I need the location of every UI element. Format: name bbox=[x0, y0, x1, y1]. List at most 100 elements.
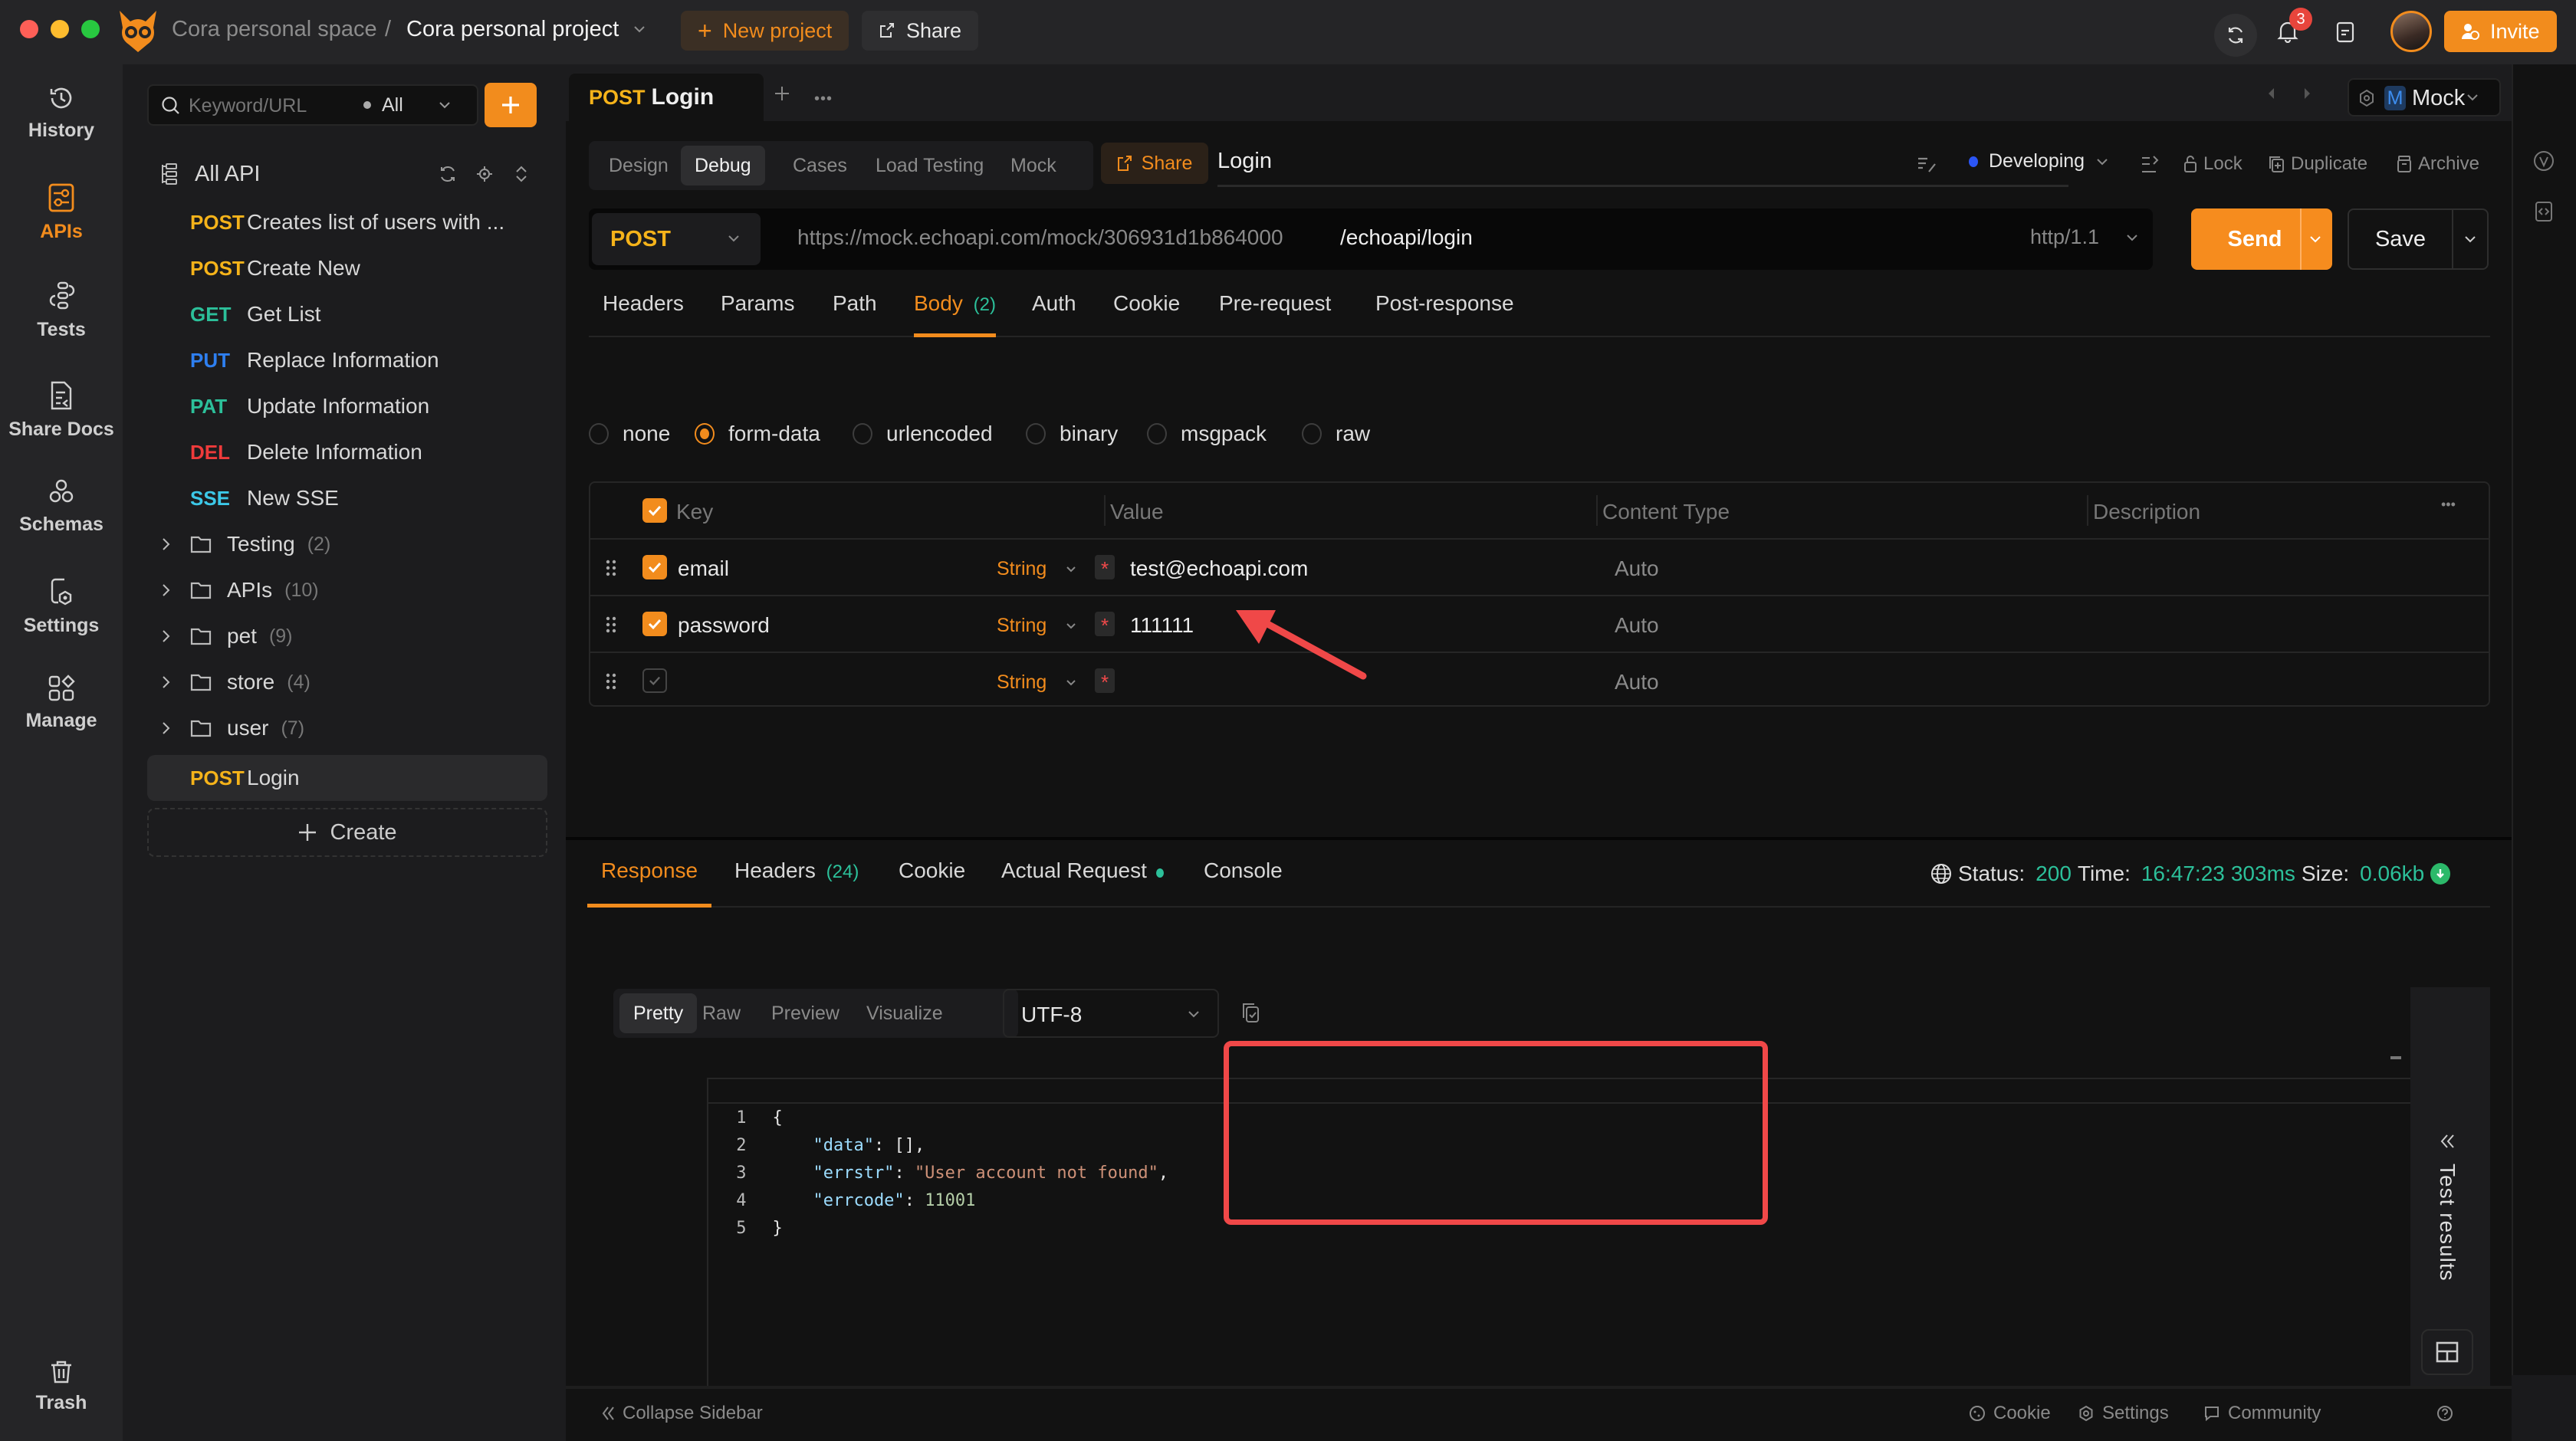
resp-tab-cookie[interactable]: Cookie bbox=[899, 858, 965, 908]
resp-tab-console[interactable]: Console bbox=[1204, 858, 1283, 908]
lock-button[interactable]: Lock bbox=[2183, 153, 2242, 175]
api-item[interactable]: POST Creates list of users with ... bbox=[123, 201, 566, 244]
docs-button[interactable] bbox=[2335, 21, 2355, 43]
new-project-button[interactable]: + New project bbox=[681, 11, 849, 51]
api-item[interactable]: PUT Replace Information bbox=[123, 339, 566, 382]
row-content-type[interactable]: Auto bbox=[1615, 670, 1659, 694]
version-icon[interactable] bbox=[2533, 150, 2555, 172]
nav-history[interactable]: History bbox=[0, 84, 123, 142]
tab-prev-icon[interactable] bbox=[2266, 86, 2277, 101]
chevron-right-icon[interactable] bbox=[161, 537, 172, 552]
outline-icon[interactable] bbox=[2141, 155, 2160, 175]
save-button[interactable]: Save bbox=[2349, 210, 2452, 268]
api-name-field[interactable]: Login bbox=[1217, 149, 2068, 187]
layout-toggle-button[interactable] bbox=[2421, 1329, 2473, 1375]
archive-button[interactable]: Archive bbox=[2397, 153, 2479, 175]
req-tab-params[interactable]: Params bbox=[721, 291, 794, 337]
copy-icon[interactable] bbox=[1240, 1001, 1260, 1024]
nav-trash[interactable]: Trash bbox=[0, 1360, 123, 1414]
project-breadcrumb[interactable]: Cora personal project bbox=[406, 15, 619, 43]
download-icon[interactable] bbox=[2430, 863, 2451, 885]
req-tab-post-response[interactable]: Post-response bbox=[1375, 291, 1514, 337]
body-type-binary[interactable]: binary bbox=[1026, 419, 1118, 449]
req-tab-cookie[interactable]: Cookie bbox=[1113, 291, 1180, 337]
footer-settings-button[interactable]: Settings bbox=[2078, 1389, 2169, 1438]
mode-tab-load-testing[interactable]: Load Testing bbox=[876, 146, 984, 185]
nav-apis[interactable]: APIs bbox=[0, 182, 123, 243]
folder-item[interactable]: pet (9) bbox=[123, 615, 566, 658]
resp-tab-actual-request[interactable]: Actual Request bbox=[1001, 858, 1164, 908]
refresh-tree-icon[interactable] bbox=[439, 165, 457, 183]
help-button[interactable] bbox=[2436, 1389, 2453, 1438]
api-item[interactable]: DEL Delete Information bbox=[123, 431, 566, 474]
method-select[interactable]: POST bbox=[592, 213, 761, 265]
nav-share-docs[interactable]: Share Docs bbox=[0, 380, 123, 441]
type-select[interactable]: String bbox=[997, 671, 1077, 694]
save-options-icon[interactable] bbox=[2463, 231, 2478, 247]
code-snippet-icon[interactable] bbox=[2535, 201, 2553, 222]
tab-post-login[interactable]: POST Login bbox=[569, 74, 764, 121]
api-item[interactable]: PAT Update Information bbox=[123, 385, 566, 428]
workspace-breadcrumb[interactable]: Cora personal space bbox=[172, 15, 377, 43]
folder-item[interactable]: user (7) bbox=[123, 707, 566, 750]
send-options-icon[interactable] bbox=[2308, 231, 2323, 247]
drag-handle-icon[interactable] bbox=[606, 673, 616, 690]
body-type-urlencoded[interactable]: urlencoded bbox=[853, 419, 993, 449]
send-button[interactable]: Send bbox=[2208, 208, 2302, 270]
share-api-button[interactable]: Share bbox=[1101, 143, 1208, 184]
api-item[interactable]: SSE New SSE bbox=[123, 477, 566, 520]
close-window-button[interactable] bbox=[20, 20, 38, 38]
folder-item[interactable]: APIs (10) bbox=[123, 569, 566, 612]
maximize-window-button[interactable] bbox=[81, 20, 100, 38]
mode-tab-debug[interactable]: Debug bbox=[681, 146, 765, 185]
nav-schemas[interactable]: Schemas bbox=[0, 478, 123, 536]
more-tabs-icon[interactable]: ••• bbox=[814, 90, 833, 108]
sync-button[interactable] bbox=[2214, 14, 2257, 57]
chevron-right-icon[interactable] bbox=[161, 583, 172, 598]
resp-tab-headers[interactable]: Headers (24) bbox=[734, 858, 859, 908]
locate-icon[interactable] bbox=[475, 165, 494, 183]
duplicate-button[interactable]: Duplicate bbox=[2268, 153, 2367, 175]
create-button[interactable]: Create bbox=[147, 808, 547, 857]
filter-select[interactable]: All bbox=[363, 86, 478, 124]
expand-collapse-icon[interactable] bbox=[514, 165, 529, 183]
search-input[interactable] bbox=[189, 92, 342, 120]
mode-tab-cases[interactable]: Cases bbox=[793, 146, 847, 185]
status-selector[interactable]: Developing bbox=[1969, 150, 2109, 172]
collapse-sidebar-button[interactable]: Collapse Sidebar bbox=[601, 1389, 763, 1438]
body-type-msgpack[interactable]: msgpack bbox=[1147, 419, 1267, 449]
view-tab-raw[interactable]: Raw bbox=[702, 993, 741, 1033]
nav-tests[interactable]: Tests bbox=[0, 281, 123, 341]
view-tab-pretty[interactable]: Pretty bbox=[619, 993, 698, 1033]
view-tab-visualize[interactable]: Visualize bbox=[866, 993, 943, 1033]
chevron-right-icon[interactable] bbox=[161, 720, 172, 736]
resp-tab-response[interactable]: Response bbox=[587, 858, 712, 908]
url-path-input[interactable]: /echoapi/login bbox=[1340, 225, 1473, 250]
row-checkbox[interactable] bbox=[642, 668, 667, 693]
chevron-down-icon[interactable] bbox=[632, 21, 647, 37]
notifications-button[interactable]: 3 bbox=[2277, 8, 2312, 43]
add-tab-icon[interactable] bbox=[773, 84, 791, 103]
tab-next-icon[interactable] bbox=[2302, 86, 2312, 101]
nav-settings[interactable]: Settings bbox=[0, 576, 123, 637]
user-avatar[interactable] bbox=[2390, 11, 2432, 52]
view-tab-preview[interactable]: Preview bbox=[771, 993, 840, 1033]
body-type-none[interactable]: none bbox=[589, 419, 670, 449]
invite-button[interactable]: Invite bbox=[2444, 11, 2557, 52]
chevron-right-icon[interactable] bbox=[161, 629, 172, 644]
edit-description-icon[interactable] bbox=[1917, 156, 1937, 173]
footer-cookie-button[interactable]: Cookie bbox=[1969, 1389, 2051, 1438]
req-tab-body[interactable]: Body (2) bbox=[914, 291, 996, 337]
test-results-panel[interactable]: Test results bbox=[2410, 987, 2490, 1441]
nav-manage[interactable]: Manage bbox=[0, 675, 123, 732]
chevron-right-icon[interactable] bbox=[161, 675, 172, 690]
req-tab-auth[interactable]: Auth bbox=[1032, 291, 1076, 337]
encoding-select[interactable]: UTF-8 bbox=[1003, 989, 1219, 1038]
required-toggle[interactable]: * bbox=[1095, 668, 1115, 694]
mode-tab-mock[interactable]: Mock bbox=[1010, 146, 1056, 185]
folder-item[interactable]: store (4) bbox=[123, 661, 566, 704]
footer-community-button[interactable]: Community bbox=[2203, 1389, 2321, 1438]
req-tab-headers[interactable]: Headers bbox=[603, 291, 684, 337]
minimize-window-button[interactable] bbox=[51, 20, 69, 38]
protocol-select[interactable]: http/1.1 bbox=[2030, 225, 2139, 249]
